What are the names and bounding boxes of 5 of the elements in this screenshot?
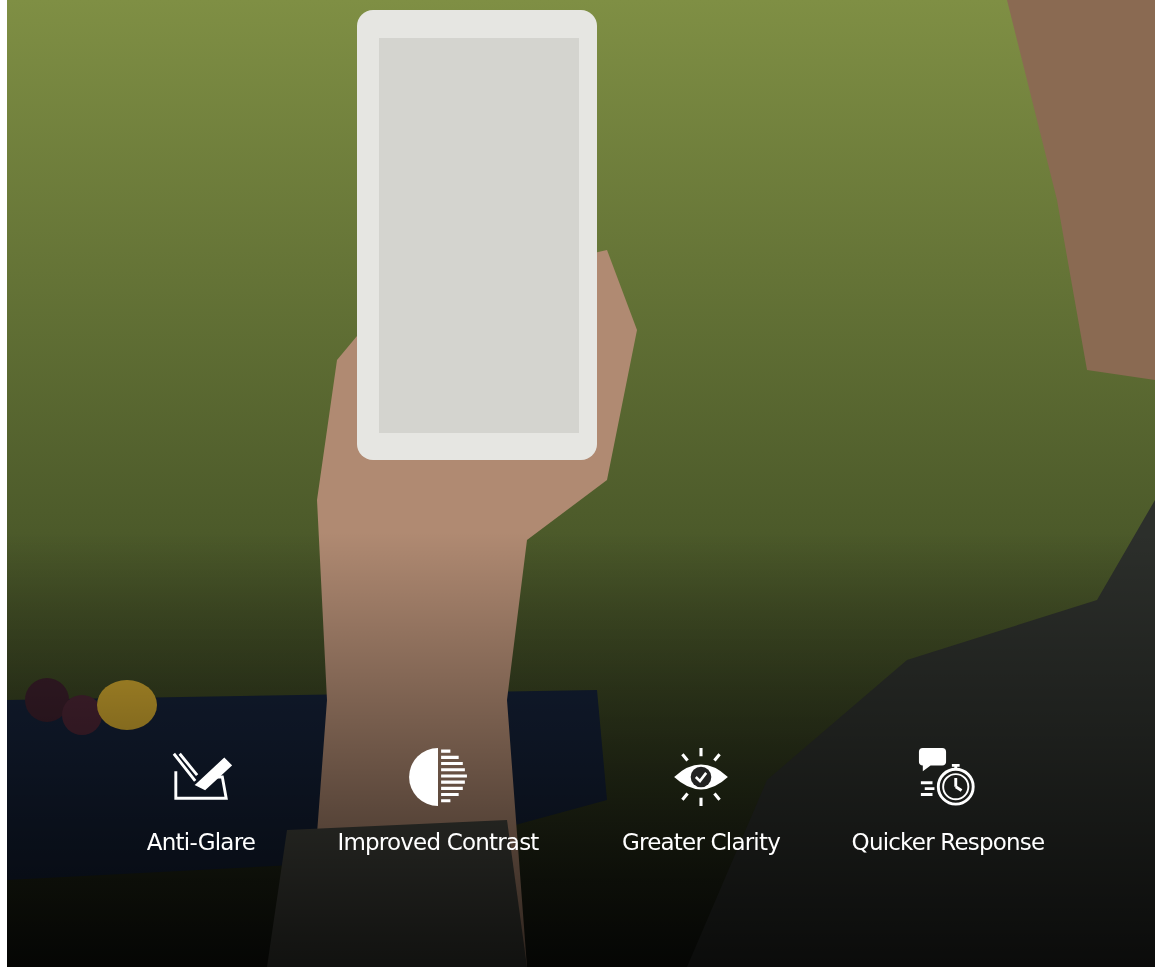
feature-label: Quicker Response [851, 828, 1045, 856]
feature-label: Anti-Glare [146, 828, 256, 856]
contrast-icon [407, 746, 469, 808]
feature-label: Greater Clarity [622, 828, 780, 856]
feature-label: Improved Contrast [337, 828, 539, 856]
